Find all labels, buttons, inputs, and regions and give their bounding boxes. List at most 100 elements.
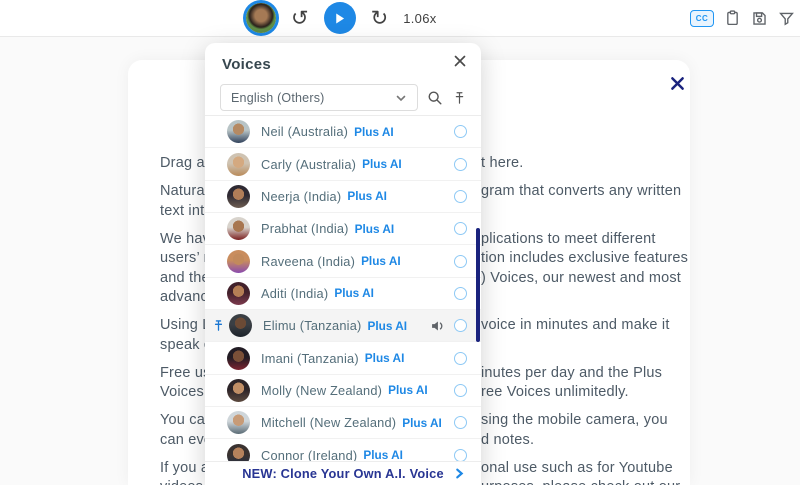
voice-photo-avatar — [227, 411, 250, 435]
voice-select-radio[interactable] — [454, 448, 467, 461]
voice-select-radio[interactable] — [454, 416, 467, 430]
voice-row[interactable]: Mitchell (New Zealand) Plus AI — [205, 407, 481, 440]
clipboard-icon — [727, 10, 738, 26]
text-fragment-right: ) Voices, our newest and most — [481, 269, 682, 286]
voice-search-button[interactable] — [427, 90, 443, 106]
voice-photo-avatar — [227, 217, 250, 241]
voice-avatar[interactable] — [246, 3, 276, 33]
voice-photo-avatar — [229, 314, 252, 338]
voice-photo-avatar — [227, 443, 250, 461]
voice-row[interactable]: Neerja (India) Plus AI — [205, 180, 481, 214]
voice-photo-avatar — [227, 249, 250, 273]
voice-select-radio[interactable] — [454, 125, 467, 139]
voice-row[interactable]: Aditi (India) Plus AI — [205, 277, 481, 311]
voice-row[interactable]: Elimu (Tanzania) Plus AI — [205, 310, 481, 343]
voice-photo-avatar — [227, 281, 250, 305]
text-fragment-right: t here. — [481, 155, 524, 171]
top-toolbar: ↺ ↻ 1.06x CC — [0, 0, 800, 37]
plus-ai-badge: Plus AI — [402, 415, 442, 430]
plus-ai-badge: Plus AI — [334, 286, 374, 301]
play-button[interactable] — [323, 2, 356, 34]
document-close-button[interactable] — [668, 76, 686, 94]
forward-icon[interactable]: ↻ — [370, 5, 389, 30]
voice-select-radio[interactable] — [454, 286, 467, 300]
clone-voice-label: NEW: Clone Your Own A.I. Voice — [242, 466, 444, 481]
plus-ai-badge: Plus AI — [361, 254, 401, 269]
save-button[interactable] — [751, 10, 768, 27]
voice-name: Connor (Ireland) — [261, 447, 358, 461]
voice-photo-avatar — [227, 346, 250, 370]
text-fragment-right: inutes per day and the Plus — [481, 364, 663, 381]
rewind-glyph: ↺ — [291, 5, 309, 30]
voices-panel: Voices English (Others) Neil (Australia)… — [205, 43, 481, 485]
plus-ai-badge: Plus AI — [354, 221, 395, 236]
voice-name: Neil (Australia) — [261, 124, 349, 140]
text-fragment-right: plications to meet different — [481, 230, 656, 247]
voice-row[interactable]: Neil (Australia) Plus AI — [205, 116, 481, 149]
text-fragment-right: sing the mobile camera, you — [481, 412, 668, 428]
voice-name: Neerja (India) — [261, 188, 342, 204]
voice-photo-avatar — [227, 378, 250, 402]
voice-row[interactable]: Carly (Australia) Plus AI — [205, 148, 481, 181]
voice-select-radio[interactable] — [454, 319, 467, 333]
speaker-icon[interactable] — [430, 319, 445, 333]
voice-row[interactable]: Molly (New Zealand) Plus AI — [205, 374, 481, 408]
cc-icon: CC — [690, 9, 714, 27]
voice-row[interactable]: Imani (Tanzania) Plus AI — [205, 342, 481, 375]
voice-name: Raveena (India) — [261, 253, 356, 269]
voice-name: Aditi (India) — [261, 285, 329, 301]
text-fragment-right: tion includes exclusive features — [481, 250, 689, 266]
voice-name: Carly (Australia) — [261, 156, 357, 172]
voices-scrollbar-thumb[interactable] — [476, 228, 480, 342]
closed-captions-button[interactable]: CC — [690, 9, 714, 27]
player-controls: ↺ ↻ 1.06x — [246, 0, 437, 36]
chevron-right-icon — [454, 468, 465, 479]
plus-ai-badge: Plus AI — [363, 448, 403, 461]
pin-icon — [455, 91, 464, 104]
text-fragment-right: onal use such as for Youtube — [481, 459, 673, 476]
voice-name: Elimu (Tanzania) — [263, 318, 362, 334]
filter-icon — [779, 12, 794, 25]
text-fragment-right: d notes. — [481, 431, 535, 448]
voice-select-radio[interactable] — [454, 383, 467, 397]
text-fragment-right: gram that converts any written — [481, 183, 682, 199]
voice-photo-avatar — [227, 184, 250, 208]
voice-row[interactable]: Prabhat (India) Plus AI — [205, 213, 481, 246]
voice-photo-avatar — [227, 152, 250, 176]
voice-select-radio[interactable] — [454, 157, 467, 171]
close-icon — [670, 77, 684, 90]
voice-name: Prabhat (India) — [261, 221, 349, 237]
plus-ai-badge: Plus AI — [367, 318, 408, 333]
play-icon — [336, 13, 345, 23]
plus-ai-badge: Plus AI — [347, 189, 387, 204]
clipboard-button[interactable] — [724, 9, 741, 27]
forward-glyph: ↻ — [370, 5, 389, 30]
voice-row[interactable]: Connor (Ireland) Plus AI — [205, 439, 481, 461]
plus-ai-badge: Plus AI — [388, 383, 428, 398]
filter-button[interactable] — [778, 10, 795, 27]
text-fragment-right: ree Voices unlimitedly. — [481, 384, 629, 400]
voice-photo-avatar — [227, 120, 250, 144]
voice-select-radio[interactable] — [454, 189, 467, 203]
language-dropdown[interactable]: English (Others) — [220, 84, 418, 111]
pinned-voices-button[interactable] — [452, 90, 467, 106]
voice-select-radio[interactable] — [454, 254, 467, 268]
clone-voice-banner[interactable]: NEW: Clone Your Own A.I. Voice — [205, 461, 481, 485]
plus-ai-badge: Plus AI — [354, 124, 394, 139]
voice-name: Molly (New Zealand) — [261, 382, 383, 398]
plus-ai-badge: Plus AI — [364, 351, 405, 366]
voice-select-radio[interactable] — [454, 222, 467, 236]
voice-select-radio[interactable] — [454, 351, 467, 365]
rewind-icon[interactable]: ↺ — [291, 5, 309, 30]
voices-panel-title: Voices — [222, 56, 272, 73]
voice-name: Mitchell (New Zealand) — [261, 415, 397, 431]
voice-row[interactable]: Raveena (India) Plus AI — [205, 245, 481, 278]
toolbar-right-icons: CC — [690, 0, 795, 36]
text-fragment-right: urposes, please check out our — [481, 477, 680, 485]
chevron-down-icon — [396, 95, 406, 101]
voices-panel-header: Voices — [205, 43, 481, 77]
close-icon — [454, 55, 466, 67]
playback-speed[interactable]: 1.06x — [403, 11, 436, 26]
voice-name: Imani (Tanzania) — [261, 350, 359, 366]
voices-close-button[interactable] — [452, 54, 468, 70]
